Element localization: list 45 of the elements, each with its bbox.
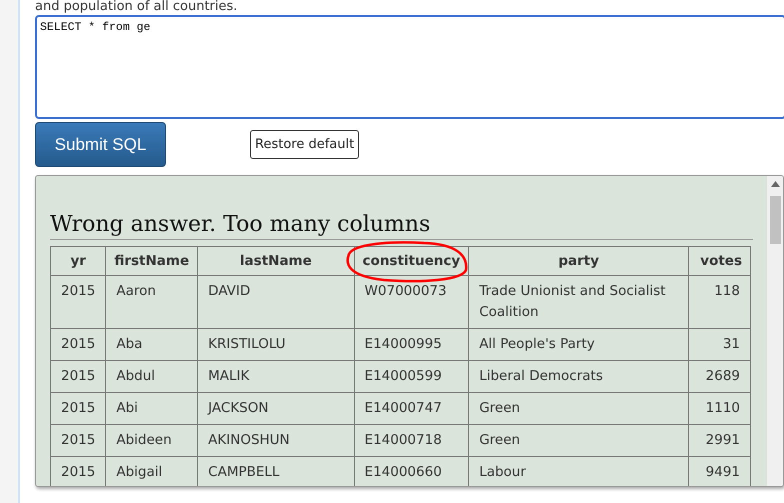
scrollbar-thumb[interactable] bbox=[770, 196, 780, 244]
table-cell: W07000073 bbox=[354, 276, 469, 328]
table-cell: Aba bbox=[106, 328, 198, 360]
table-cell: 2991 bbox=[688, 424, 750, 456]
table-cell: 2015 bbox=[50, 360, 106, 392]
column-header: yr bbox=[50, 246, 106, 276]
column-header: firstName bbox=[106, 246, 198, 276]
table-cell: 118 bbox=[688, 276, 750, 328]
instructions-text: and population of all countries. bbox=[35, 0, 238, 14]
table-cell: 31 bbox=[688, 328, 750, 360]
table-cell: AKINOSHUN bbox=[198, 424, 354, 456]
table-cell: Abideen bbox=[106, 424, 198, 456]
table-cell: KRISTILOLU bbox=[198, 328, 354, 360]
table-cell: Aaron bbox=[106, 276, 198, 328]
table-cell: 2015 bbox=[50, 392, 106, 424]
table-cell: All People's Party bbox=[468, 328, 689, 360]
table-cell: JACKSON bbox=[198, 392, 354, 424]
restore-default-button[interactable]: Restore default bbox=[250, 130, 360, 159]
table-cell: E14000747 bbox=[354, 392, 469, 424]
column-header: lastName bbox=[198, 246, 354, 276]
table-cell: Trade Unionist and Socialist Coalition bbox=[468, 276, 689, 328]
sql-editor[interactable]: SELECT * from ge bbox=[35, 15, 784, 119]
table-cell: 2015 bbox=[50, 276, 106, 328]
table-cell: 2015 bbox=[50, 328, 106, 360]
result-heading: Wrong answer. Too many columns bbox=[50, 212, 753, 240]
table-cell: Green bbox=[468, 392, 689, 424]
column-header: constituency bbox=[354, 246, 469, 276]
table-cell: Green bbox=[468, 424, 689, 456]
scroll-up-icon[interactable] bbox=[770, 181, 780, 187]
table-cell: DAVID bbox=[198, 276, 354, 328]
table-cell: Liberal Democrats bbox=[468, 360, 689, 392]
scrollbar[interactable] bbox=[767, 176, 783, 486]
table-cell: 2015 bbox=[50, 456, 106, 486]
table-cell: Abi bbox=[106, 392, 198, 424]
table-cell: 1110 bbox=[688, 392, 750, 424]
column-header: party bbox=[468, 246, 689, 276]
table-cell: Abdul bbox=[106, 360, 198, 392]
table-cell: MALIK bbox=[198, 360, 354, 392]
submit-sql-button[interactable]: Submit SQL bbox=[35, 122, 166, 167]
table-cell: 2015 bbox=[50, 424, 106, 456]
table-cell: 2689 bbox=[688, 360, 750, 392]
table-cell: E14000599 bbox=[354, 360, 469, 392]
table-cell: E14000718 bbox=[354, 424, 469, 456]
column-header: votes bbox=[688, 246, 750, 276]
table-cell: E14000995 bbox=[354, 328, 469, 360]
